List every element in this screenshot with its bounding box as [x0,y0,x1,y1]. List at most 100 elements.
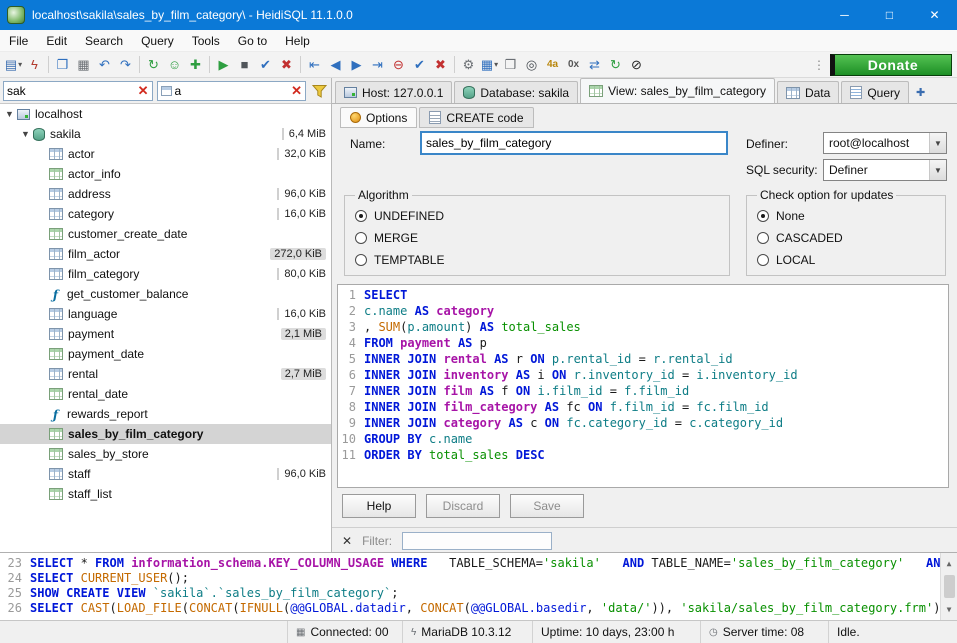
status-segment-0 [0,621,288,643]
subtab-options[interactable]: Options [340,107,417,128]
tree-item-staff_list[interactable]: staff_list [0,484,331,504]
next-record-icon[interactable]: ▶ [346,54,367,76]
apply-icon[interactable]: ✔ [255,54,276,76]
stop-icon[interactable]: ■ [234,54,255,76]
minimize-button[interactable]: ─ [822,0,867,30]
expand-caret-icon[interactable]: ▼ [19,129,32,139]
print-icon[interactable]: ▦ [73,54,94,76]
tree-item-rental[interactable]: rental2,7 MiB [0,364,331,384]
tree-item-payment_date[interactable]: payment_date [0,344,331,364]
tree-item-category[interactable]: category16,0 KiB [0,204,331,224]
syntax-highlight-icon[interactable]: 4a [542,54,563,76]
post-record-icon[interactable]: ✔ [409,54,430,76]
chevron-down-icon: ▾ [494,60,498,69]
help-button[interactable]: Help [342,494,416,518]
revert-record-icon[interactable]: ✖ [430,54,451,76]
tree-item-staff[interactable]: staff96,0 KiB [0,464,331,484]
tree-item-sales_by_store[interactable]: sales_by_store [0,444,331,464]
sql-log-panel[interactable]: 23SELECT * FROM information_schema.KEY_C… [0,552,957,620]
close-filter-icon[interactable]: ✕ [342,534,352,548]
disconnect-icon[interactable]: ϟ [24,54,45,76]
expand-caret-icon[interactable]: ▼ [3,109,16,119]
new-query-tab-icon[interactable]: ✚ [911,81,930,103]
tree-item-payment[interactable]: payment2,1 MiB [0,324,331,344]
first-record-icon[interactable]: ⇤ [304,54,325,76]
tree-item-actor[interactable]: actor32,0 KiB [0,144,331,164]
undo-icon[interactable]: ↶ [94,54,115,76]
tab-view-sales-by-film-category[interactable]: View: sales_by_film_category [580,78,775,103]
tree-item-address[interactable]: address96,0 KiB [0,184,331,204]
scroll-thumb[interactable] [944,575,955,598]
tab-database-sakila[interactable]: Database: sakila [454,81,578,103]
menu-search[interactable]: Search [76,31,132,51]
donate-button[interactable]: Donate [830,54,952,76]
tree-item-localhost[interactable]: ▼localhost [0,104,331,124]
tree-item-language[interactable]: language16,0 KiB [0,304,331,324]
check-option-radio-cascaded[interactable]: CASCADED [757,227,935,249]
tree-item-sales_by_film_category[interactable]: sales_by_film_category [0,424,331,444]
menu-query[interactable]: Query [132,31,183,51]
menu-go-to[interactable]: Go to [229,31,276,51]
window-list-icon[interactable]: ❒ [500,54,521,76]
sql-security-select[interactable]: Definer ▼ [823,159,947,181]
tree-item-actor_info[interactable]: actor_info [0,164,331,184]
scroll-down-icon[interactable]: ▼ [947,599,952,620]
maintenance-icon[interactable]: ⚙ [458,54,479,76]
close-button[interactable]: ✕ [912,0,957,30]
reformat-sql-icon[interactable]: ⇄ [584,54,605,76]
clear-table-filter-button[interactable]: ✕ [138,84,149,97]
abort-query-icon[interactable]: ⊘ [626,54,647,76]
algorithm-radio-merge[interactable]: MERGE [355,227,719,249]
menu-edit[interactable]: Edit [37,31,76,51]
tree-item-rental_date[interactable]: rental_date [0,384,331,404]
status-bar: ▦Connected: 00ϟMariaDB 10.3.12Uptime: 10… [0,620,957,643]
toolbar-overflow-icon[interactable]: ⋮ [808,58,830,72]
tree-item-film_actor[interactable]: film_actor272,0 KiB [0,244,331,264]
check-option-radio-local[interactable]: LOCAL [757,249,935,271]
delete-record-icon[interactable]: ⊖ [388,54,409,76]
last-record-icon[interactable]: ⇥ [367,54,388,76]
menu-file[interactable]: File [0,31,37,51]
hex-view-icon[interactable]: 0x [563,54,584,76]
tab-data[interactable]: Data [777,81,839,103]
check-option-radio-none[interactable]: None [757,205,935,227]
tree-item-customer_create_date[interactable]: customer_create_date [0,224,331,244]
tab-host-127-0-0-1[interactable]: Host: 127.0.0.1 [335,81,452,103]
filter-icon[interactable] [310,84,328,98]
reconnect-icon[interactable]: ↻ [605,54,626,76]
execute-sql-icon[interactable]: ▶ [213,54,234,76]
log-scrollbar[interactable]: ▲ ▼ [940,553,957,620]
create-database-icon[interactable]: ✚ [185,54,206,76]
menu-help[interactable]: Help [276,31,319,51]
tree-item-film_category[interactable]: film_category80,0 KiB [0,264,331,284]
tree-item-get_customer_balance[interactable]: get_customer_balance [0,284,331,304]
tree-item-rewards_report[interactable]: rewards_report [0,404,331,424]
maximize-button[interactable]: □ [867,0,912,30]
copy-icon[interactable]: ❐ [52,54,73,76]
view-name-input[interactable] [420,131,728,155]
radio-icon [757,254,769,266]
create-object-icon[interactable]: ▦▾ [479,54,500,76]
algorithm-radio-undefined[interactable]: UNDEFINED [355,205,719,227]
previous-record-icon[interactable]: ◀ [325,54,346,76]
find-text-icon[interactable]: ◎ [521,54,542,76]
save-button[interactable]: Save [510,494,584,518]
editor-filter-input[interactable] [402,532,552,550]
definer-select[interactable]: root@localhost ▼ [823,132,947,154]
redo-icon[interactable]: ↷ [115,54,136,76]
subtab-create-code[interactable]: CREATE code [419,107,533,128]
menu-tools[interactable]: Tools [183,31,229,51]
discard-button[interactable]: Discard [426,494,500,518]
clear-data-filter-button[interactable]: ✕ [291,84,302,97]
session-manager-icon[interactable]: ▤▾ [3,54,24,76]
tree-item-sakila[interactable]: ▼sakila6,4 MiB [0,124,331,144]
sql-editor[interactable]: 1SELECT2c.name AS category3, SUM(p.amoun… [337,284,949,488]
refresh-icon[interactable]: ↻ [143,54,164,76]
algorithm-radio-temptable[interactable]: TEMPTABLE [355,249,719,271]
scroll-up-icon[interactable]: ▲ [947,553,952,574]
user-manager-icon[interactable]: ☺ [164,54,185,76]
data-filter-input[interactable] [175,84,289,98]
tab-query[interactable]: Query [841,81,909,103]
cancel-icon[interactable]: ✖ [276,54,297,76]
table-filter-input[interactable] [7,84,135,98]
